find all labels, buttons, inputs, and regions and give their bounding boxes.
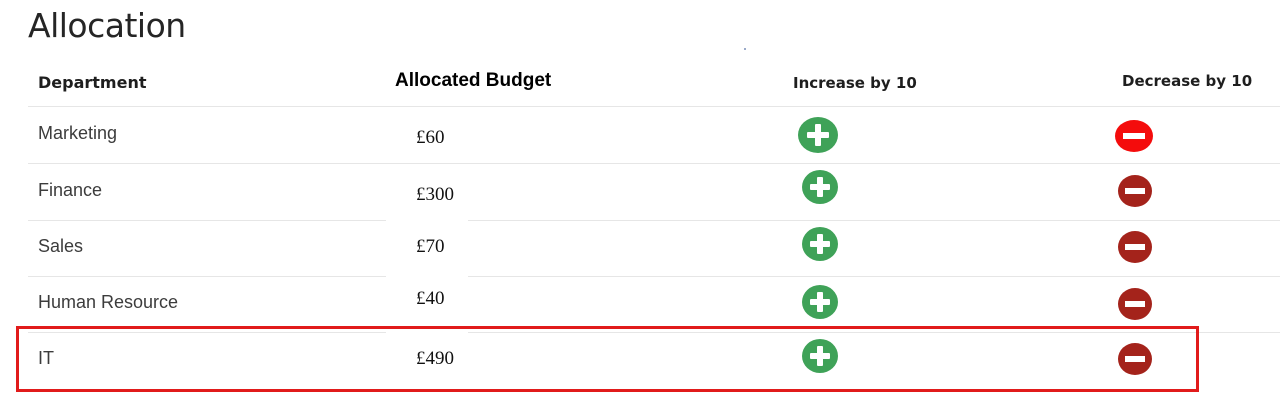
column-header-department: Department [38, 73, 147, 92]
table-row-sales: Sales £70 [28, 220, 1280, 277]
table-header: Department Allocated Budget Increase by … [28, 58, 1280, 107]
increase-button-human-resource[interactable] [802, 285, 838, 319]
department-name: Marketing [38, 123, 118, 143]
decorative-dot [744, 48, 746, 50]
increase-button-finance[interactable] [802, 170, 838, 204]
budget-value: £60 [416, 127, 445, 148]
department-name: Finance [38, 180, 103, 200]
department-name: Human Resource [38, 292, 179, 312]
budget-value: £490 [416, 348, 454, 369]
budget-value: £40 [416, 288, 445, 309]
budget-value: £70 [416, 236, 445, 257]
decrease-button-sales[interactable] [1118, 231, 1152, 263]
department-name: IT [38, 348, 54, 368]
column-header-decrease: Decrease by 10 [1122, 72, 1253, 90]
table-row-finance: Finance £300 [28, 164, 1280, 221]
column-header-budget: Allocated Budget [395, 70, 552, 91]
table-row-marketing: Marketing £60 [28, 107, 1280, 164]
decrease-button-finance[interactable] [1118, 175, 1152, 207]
column-header-increase: Increase by 10 [793, 74, 917, 92]
allocation-page: Allocation Department Allocated Budget I… [0, 0, 1280, 410]
decrease-button-it[interactable] [1118, 343, 1152, 375]
budget-value: £300 [416, 184, 454, 205]
increase-button-it[interactable] [802, 339, 838, 373]
increase-button-sales[interactable] [802, 227, 838, 261]
page-title: Allocation [28, 6, 186, 45]
department-name: Sales [38, 236, 84, 256]
increase-button-marketing[interactable] [798, 117, 838, 153]
decrease-button-human-resource[interactable] [1118, 288, 1152, 320]
table-row-it: IT £490 [28, 332, 1280, 388]
table-row-human-resource: Human Resource £40 [28, 276, 1280, 333]
decrease-button-marketing[interactable] [1115, 120, 1153, 152]
